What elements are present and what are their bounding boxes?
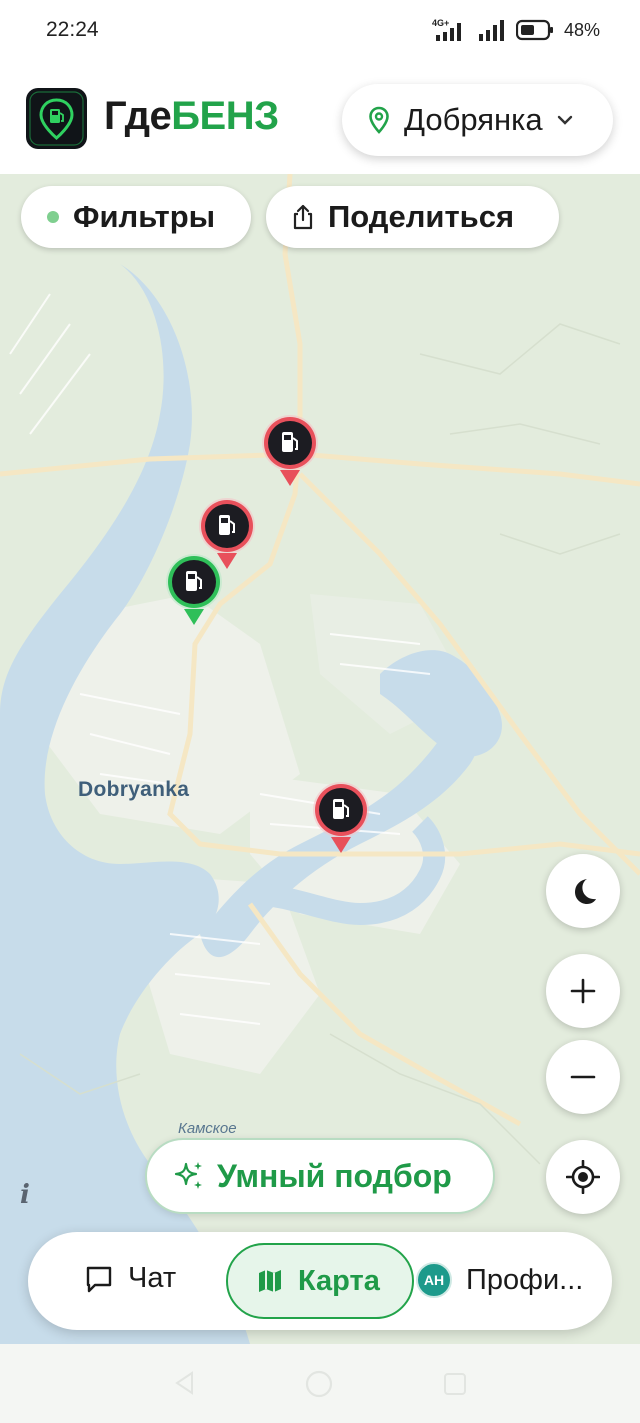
fuel-pin-logo-icon [29,91,84,146]
cellular-4g-icon: 4G+ [432,18,461,41]
system-back-icon[interactable] [172,1370,198,1396]
network-type: 4G+ [432,18,449,28]
nav-tab-map[interactable]: Карта [226,1243,414,1319]
app-title-part1: Где [104,94,172,138]
nav-profile-label: Профи... [466,1263,584,1296]
app-title: ГдеБЕНЗ [104,94,279,139]
map-attribution-info-icon[interactable]: i [20,1180,30,1210]
chevron-down-icon [557,115,572,125]
avatar: АН [416,1262,452,1298]
zoom-out-button[interactable] [546,1040,620,1114]
fuel-station-marker-selected[interactable] [165,553,223,629]
nav-chat-label: Чат [128,1262,177,1294]
fuel-station-marker[interactable] [261,414,319,490]
filters-label: Фильтры [73,199,216,234]
nav-map-label: Карта [298,1264,380,1297]
fuel-pump-icon [313,782,369,853]
city-selector-button[interactable]: Добрянка [342,84,613,156]
smart-pick-label: Умный подбор [217,1157,452,1194]
app-title-part2: БЕНЗ [171,94,279,138]
city-label: Добрянка [404,102,543,137]
status-time: 22:24 [46,18,99,41]
battery-icon [515,19,553,41]
zoom-in-button[interactable] [546,954,620,1028]
share-label: Поделиться [328,199,515,234]
status-bar: 22:24 4G+ 48% [0,0,640,62]
status-icons: 4G+ 48% [432,17,600,43]
fuel-station-marker[interactable] [312,781,370,857]
system-navigation-bar [0,1344,640,1423]
my-location-button[interactable] [546,1140,620,1214]
crosshair-location-icon [566,1160,600,1194]
smart-pick-button[interactable]: Умный подбор [145,1138,495,1214]
filters-button[interactable]: Фильтры [21,186,251,248]
sparkles-icon [174,1162,202,1189]
share-button[interactable]: Поделиться [266,186,559,248]
location-pin-icon [369,106,389,134]
map-water-label: Камское [178,1120,237,1137]
moon-icon [575,879,596,904]
chat-bubble-icon [86,1266,112,1292]
system-home-icon[interactable] [304,1369,334,1399]
dark-mode-toggle[interactable] [546,854,620,928]
nav-tab-profile[interactable]: АН Профи... [416,1262,583,1298]
minus-icon [570,1075,596,1079]
map-view[interactable]: Фильтры Поделиться Dobryanka Камское i У… [0,174,640,1344]
map-fold-icon [259,1270,281,1292]
bottom-navigation: Чат Карта АН Профи... [28,1232,612,1330]
plus-icon [570,978,596,1004]
system-recents-icon[interactable] [442,1371,468,1397]
app-logo [26,88,87,149]
signal-icon [478,20,504,41]
nav-tab-chat[interactable]: Чат [84,1262,176,1295]
fuel-pump-icon [262,415,318,486]
app-header: ГдеБЕНЗ Добрянка [0,62,640,174]
map-city-label: Dobryanka [78,778,190,801]
filter-indicator-dot [47,211,59,223]
battery-percent: 48% [563,19,600,40]
share-icon [293,204,313,230]
fuel-pump-icon [166,554,222,625]
